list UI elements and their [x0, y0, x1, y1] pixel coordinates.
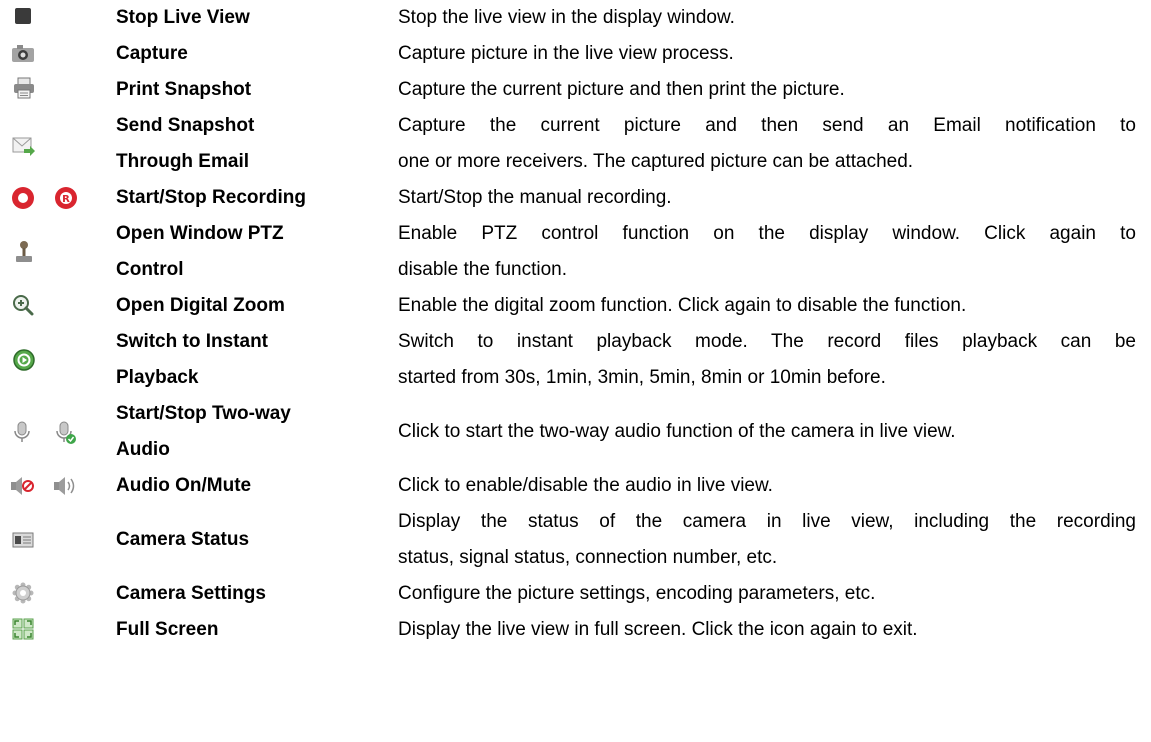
row-name: Start/Stop Recording	[116, 187, 307, 208]
table-row: Open Digital Zoom Enable the digital zoo…	[0, 288, 1151, 324]
settings-gear-icon[interactable]	[12, 582, 34, 604]
row-description: Capture the current picture and then pri…	[398, 79, 845, 100]
full-screen-icon[interactable]	[12, 618, 34, 640]
row-description: Capture picture in the live view process…	[398, 43, 734, 64]
table-row: Audio On/Mute Click to enable/disable th…	[0, 468, 1151, 504]
row-name: Stop Live View	[116, 7, 250, 28]
speaker-on-icon[interactable]	[53, 476, 77, 496]
record-stop-icon[interactable]: R	[54, 186, 78, 210]
ptz-joystick-icon[interactable]	[13, 240, 35, 264]
microphone-active-icon[interactable]	[55, 421, 77, 445]
row-name: Camera Settings	[116, 583, 266, 604]
row-name: Open Window PTZ Control	[116, 223, 284, 280]
camera-icon[interactable]	[11, 43, 35, 63]
row-description: Stop the live view in the display window…	[398, 7, 735, 28]
table-row: Capture Capture picture in the live view…	[0, 36, 1151, 72]
row-name: Start/Stop Two-way Audio	[116, 403, 291, 460]
table-row: Stop Live View Stop the live view in the…	[0, 0, 1151, 36]
row-name: Full Screen	[116, 619, 219, 640]
row-description: Display the status of the camera in live…	[398, 511, 1136, 568]
row-description: Click to enable/disable the audio in liv…	[398, 475, 773, 496]
row-description: Switch to instant playback mode. The rec…	[398, 331, 1136, 388]
row-name: Switch to Instant Playback	[116, 331, 268, 388]
email-send-icon[interactable]	[12, 136, 36, 158]
instant-playback-icon[interactable]	[12, 348, 36, 372]
table-row: Switch to Instant Playback Switch to ins…	[0, 324, 1151, 396]
row-description: Configure the picture settings, encoding…	[398, 583, 876, 604]
table-row: Open Window PTZ Control Enable PTZ contr…	[0, 216, 1151, 288]
table-row: Send Snapshot Through Email Capture the …	[0, 108, 1151, 180]
row-name: Audio On/Mute	[116, 475, 252, 496]
row-description: Click to start the two-way audio functio…	[398, 421, 956, 442]
table-row: Print Snapshot Capture the current pictu…	[0, 72, 1151, 108]
record-start-icon[interactable]	[11, 186, 35, 210]
row-description: Start/Stop the manual recording.	[398, 187, 672, 208]
camera-status-icon[interactable]	[12, 530, 34, 550]
stop-icon[interactable]	[13, 6, 33, 26]
row-name: Capture	[116, 43, 188, 64]
zoom-in-icon[interactable]	[12, 294, 34, 316]
table-row: Camera Status Display the status of the …	[0, 504, 1151, 576]
row-name: Send Snapshot Through Email	[116, 115, 255, 172]
row-name: Open Digital Zoom	[116, 295, 285, 316]
row-description: Capture the current picture and then sen…	[398, 115, 1136, 172]
row-description: Enable the digital zoom function. Click …	[398, 295, 967, 316]
table-row: Camera Settings Configure the picture se…	[0, 576, 1151, 612]
printer-icon[interactable]	[13, 77, 35, 99]
microphone-icon[interactable]	[12, 421, 32, 443]
table-row: Full Screen Display the live view in ful…	[0, 612, 1151, 648]
row-name: Print Snapshot	[116, 79, 252, 100]
table-row: R Start/Stop Recording Start/Stop the ma…	[0, 180, 1151, 216]
row-description: Enable PTZ control function on the displ…	[398, 223, 1136, 280]
row-description: Display the live view in full screen. Cl…	[398, 619, 918, 640]
row-name: Camera Status	[116, 529, 250, 550]
table-row: Start/Stop Two-way Audio Click to start …	[0, 396, 1151, 468]
svg-text:R: R	[62, 194, 70, 205]
speaker-muted-icon[interactable]	[10, 476, 34, 496]
